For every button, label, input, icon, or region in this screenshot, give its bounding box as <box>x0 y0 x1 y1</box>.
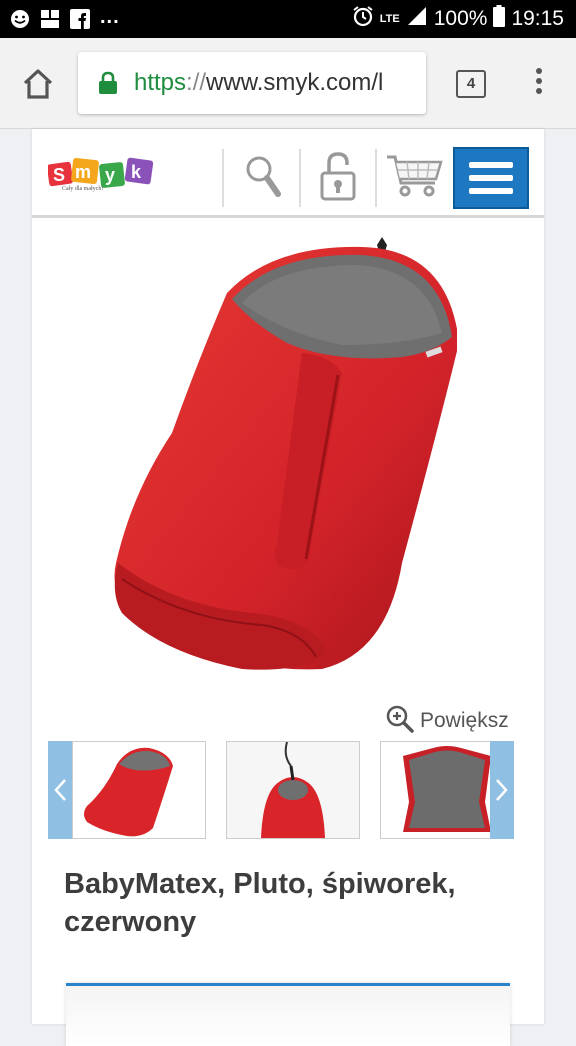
thumbnail-carousel <box>48 741 514 839</box>
address-bar[interactable]: https://www.smyk.com/l <box>78 52 426 114</box>
signal-icon <box>406 5 428 33</box>
logo-tagline: Cały dla małych! <box>62 186 104 192</box>
thumbnail-2[interactable] <box>226 741 360 839</box>
tab-switcher-button[interactable]: 4 <box>456 70 486 98</box>
alarm-icon <box>352 5 374 33</box>
account-button[interactable] <box>303 149 373 207</box>
main-menu-button[interactable] <box>453 147 529 209</box>
svg-text:y: y <box>105 165 115 185</box>
chevron-left-icon <box>54 779 66 801</box>
svg-text:m: m <box>75 162 91 182</box>
zoom-link[interactable]: Powiększ <box>386 705 509 738</box>
zoom-in-icon <box>386 705 414 738</box>
url-text: https://www.smyk.com/l <box>134 69 384 96</box>
zoom-label: Powiększ <box>420 709 509 732</box>
chevron-right-icon <box>496 779 508 801</box>
battery-icon <box>493 5 506 33</box>
hamburger-icon <box>469 162 513 168</box>
padlock-icon <box>319 151 357 206</box>
battery-level: 100% <box>433 7 488 30</box>
network-type: LTE <box>379 13 400 25</box>
shopping-cart-icon <box>385 153 445 204</box>
carousel-prev-button[interactable] <box>48 741 72 839</box>
header-divider <box>299 149 301 207</box>
product-title: BabyMatex, Pluto, śpiworek, czerwony <box>64 868 456 938</box>
gallery-icon <box>40 9 60 29</box>
browser-toolbar: https://www.smyk.com/l 4 <box>0 38 576 129</box>
status-bar: ... LTE 100% 19:15 <box>0 0 576 38</box>
more-notifications: ... <box>100 5 120 28</box>
clock: 19:15 <box>511 7 564 30</box>
product-page: S m y k Cały dla małych! Powiększ BabyMa… <box>32 129 544 1046</box>
cart-button[interactable] <box>380 149 450 207</box>
secure-lock-icon <box>98 71 118 95</box>
browser-menu-icon[interactable] <box>535 68 543 98</box>
svg-text:k: k <box>131 162 142 182</box>
search-button[interactable] <box>228 149 298 207</box>
carousel-next-button[interactable] <box>490 741 514 839</box>
search-icon <box>244 154 282 203</box>
facebook-icon <box>70 9 90 29</box>
header-divider <box>222 149 224 207</box>
site-header: S m y k Cały dla małych! <box>32 129 544 218</box>
thumbnail-1[interactable] <box>72 741 206 839</box>
home-icon[interactable] <box>20 66 56 102</box>
header-divider <box>375 149 377 207</box>
svg-text:S: S <box>53 165 65 185</box>
smiley-icon <box>10 9 30 29</box>
product-info-panel <box>66 983 510 1046</box>
product-main-image[interactable] <box>102 233 482 673</box>
